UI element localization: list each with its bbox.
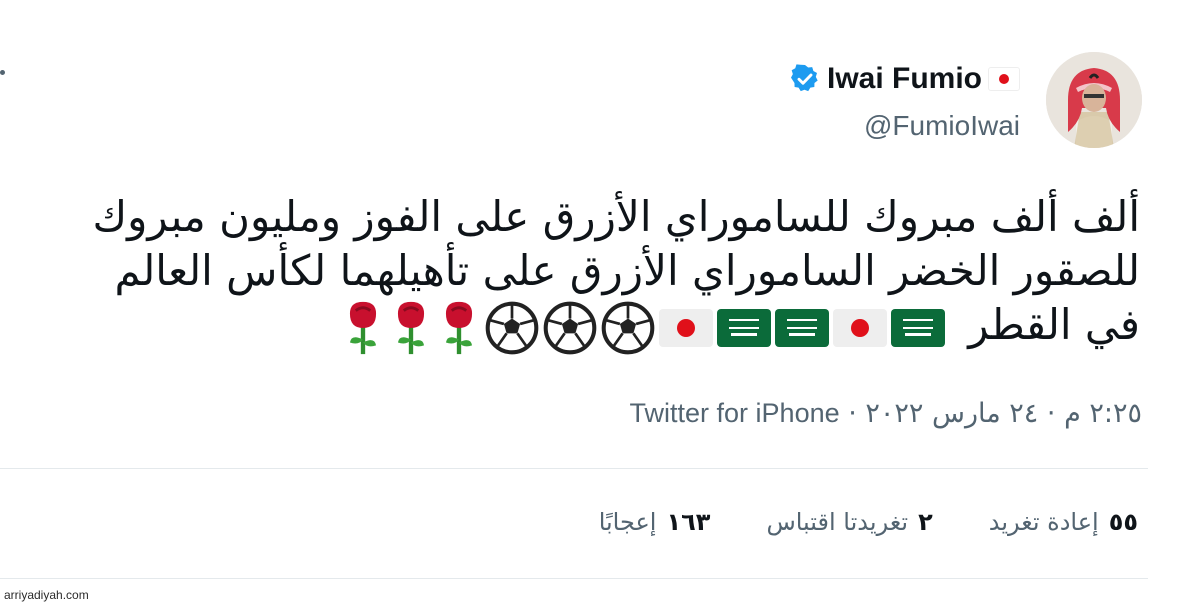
soccer-ball-icon <box>485 301 539 354</box>
meta-separator: · <box>1046 398 1056 429</box>
likes-count: ١٦٣ <box>666 508 711 536</box>
tweet-line-3-text: في القطر <box>968 300 1140 349</box>
saudi-flag-icon <box>716 308 771 347</box>
tweet-header: Iwai Fumio @FumioIwai <box>789 52 1142 152</box>
retweets-count: ٥٥ <box>1108 508 1138 536</box>
tweet-line-2: للصقور الخضر الساموراي الأزرق على تأهيله… <box>114 246 1140 295</box>
tweet-line-1: ألف ألف مبروك للساموراي الأزرق على الفوز… <box>92 192 1141 241</box>
japan-flag-icon <box>988 67 1020 91</box>
tweet-time[interactable]: ٢:٢٥ م <box>1064 398 1142 429</box>
avatar[interactable] <box>1046 52 1142 148</box>
tweet-timestamp[interactable]: ٢:٢٥ م · ٢٤ مارس ٢٠٢٢ · Twitter for iPho… <box>630 398 1142 429</box>
divider <box>0 578 1148 579</box>
soccer-ball-icon <box>601 301 655 354</box>
watermark: arriyadiyah.com <box>4 588 89 602</box>
divider <box>0 468 1148 469</box>
saudi-flag-icon <box>890 308 945 347</box>
tweet-body: ألف ألف مبروك للساموراي الأزرق على الفوز… <box>0 190 1141 354</box>
likes-label: إعجابًا <box>598 508 657 536</box>
rose-icon <box>349 301 376 354</box>
meta-separator: · <box>848 398 857 429</box>
verified-badge-icon <box>790 64 818 92</box>
saudi-flag-icon <box>774 308 829 347</box>
retweets-stat[interactable]: ٥٥ إعادة تغريد <box>989 508 1138 536</box>
rose-icon <box>397 301 424 354</box>
japan-flag-icon <box>832 308 887 347</box>
soccer-ball-icon <box>543 301 597 354</box>
display-name[interactable]: Iwai Fumio <box>827 62 982 96</box>
user-handle[interactable]: @FumioIwai <box>789 110 1020 142</box>
japan-flag-icon <box>658 308 713 347</box>
emoji-row <box>341 299 945 357</box>
likes-stat[interactable]: ١٦٣ إعجابًا <box>599 508 711 536</box>
menu-dot <box>0 70 5 75</box>
rose-icon <box>445 301 472 354</box>
tweet-source[interactable]: Twitter for iPhone <box>630 398 840 428</box>
quotes-label: تغريدتا اقتباس <box>766 508 909 536</box>
tweet-line-3: في القطر <box>0 298 1140 354</box>
tweet-stats: ٥٥ إعادة تغريد ٢ تغريدتا اقتباس ١٦٣ إعجابًا <box>599 508 1138 536</box>
quotes-stat[interactable]: ٢ تغريدتا اقتباس <box>766 508 932 536</box>
quotes-count: ٢ <box>918 508 933 536</box>
retweets-label: إعادة تغريد <box>988 508 1099 536</box>
tweet-date[interactable]: ٢٤ مارس ٢٠٢٢ <box>865 398 1038 429</box>
